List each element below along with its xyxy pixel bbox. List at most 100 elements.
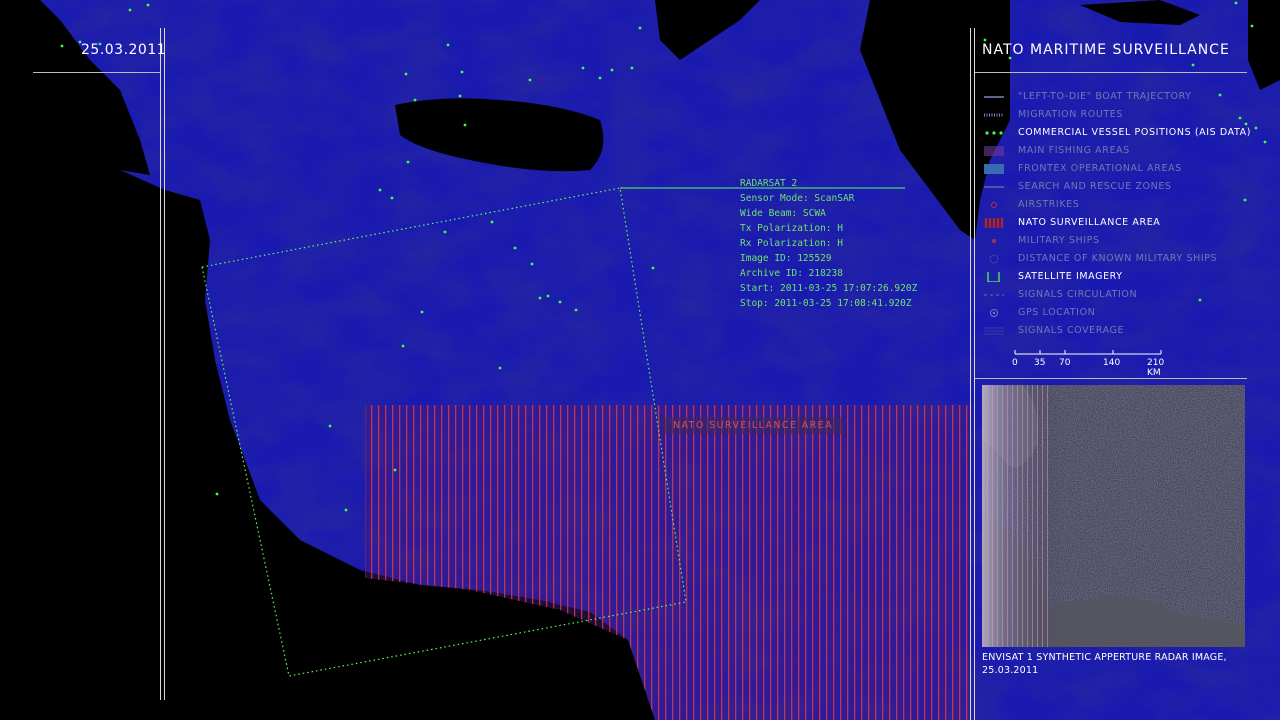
legend-label: SATELLITE IMAGERY: [1018, 271, 1123, 282]
scale-tick-label: 140: [1103, 358, 1121, 368]
legend-item-rescue-zones[interactable]: SEARCH AND RESCUE ZONES: [984, 178, 1254, 196]
vessel-dot: [446, 43, 450, 47]
sar-caption-line2: 25.03.2011: [982, 665, 1039, 676]
scale-tick-label: 35: [1034, 358, 1046, 368]
vessel-dot: [638, 26, 642, 30]
line-icon: [984, 96, 1004, 98]
legend-item-satellite-imagery[interactable]: SATELLITE IMAGERY: [984, 268, 1254, 286]
vessel-dot: [401, 344, 405, 348]
vessel-dot: [490, 220, 494, 224]
radarsat-line: Image ID: 125529: [740, 253, 832, 264]
legend-item-signals-coverage[interactable]: SIGNALS COVERAGE: [984, 322, 1254, 340]
nato-hatch-icon: [984, 218, 1004, 228]
vessel-dot: [1191, 63, 1195, 67]
radarsat-name: RADARSAT_2: [740, 178, 798, 189]
legend-label: DISTANCE OF KNOWN MILITARY SHIPS: [1018, 253, 1218, 264]
radarsat-line: Tx Polarization: H: [740, 223, 843, 234]
legend-label: FRONTEX OPERATIONAL AREAS: [1018, 163, 1182, 174]
vessel-dot: [460, 70, 464, 74]
radarsat-line: Stop: 2011-03-25 17:08:41.920Z: [740, 298, 912, 309]
legend-divider: [975, 378, 1247, 379]
fishing-area-icon: [984, 146, 1004, 156]
vessel-dot: [651, 266, 655, 270]
vessel-dot: [581, 66, 585, 70]
title-underline: [975, 72, 1247, 73]
legend-item-frontex[interactable]: FRONTEX OPERATIONAL AREAS: [984, 160, 1254, 178]
rescue-line-icon: [984, 186, 1004, 188]
vessel-dot: [630, 66, 634, 70]
radarsat-line: Start: 2011-03-25 17:07:26.920Z: [740, 283, 918, 294]
vessel-dot: [420, 310, 424, 314]
legend-item-airstrikes[interactable]: AIRSTRIKES: [984, 196, 1254, 214]
frontex-area-icon: [984, 164, 1004, 174]
vessel-dot: [610, 68, 614, 72]
legend-item-military-ships[interactable]: MILITARY SHIPS: [984, 232, 1254, 250]
vessel-dot: [1263, 140, 1267, 144]
distance-icon: [989, 254, 999, 264]
legend-item-fishing-areas[interactable]: MAIN FISHING AREAS: [984, 142, 1254, 160]
vessel-dot: [983, 38, 987, 42]
vessel-dot: [546, 294, 550, 298]
vessel-dot: [328, 424, 332, 428]
vessel-dot: [146, 3, 150, 7]
right-frame-line-2: [974, 28, 975, 720]
panel-title: NATO MARITIME SURVEILLANCE: [982, 42, 1230, 58]
radarsat-line: Sensor Mode: ScanSAR: [740, 193, 855, 204]
legend-item-commercial-vessels[interactable]: COMMERCIAL VESSEL POSITIONS (AIS DATA): [984, 124, 1254, 142]
vessel-dot: [390, 196, 394, 200]
legend-label: SIGNALS CIRCULATION: [1018, 289, 1138, 300]
legend-label: SIGNALS COVERAGE: [1018, 325, 1125, 336]
legend-label: NATO SURVEILLANCE AREA: [1018, 217, 1161, 228]
vessel-dot: [404, 72, 408, 76]
radarsat-line: Wide Beam: SCWA: [740, 208, 826, 219]
legend-item-signals-circulation[interactable]: SIGNALS CIRCULATION: [984, 286, 1254, 304]
scale-bar: [1014, 350, 1162, 355]
vessel-dot: [513, 246, 517, 250]
dashed-line-icon: [984, 113, 1004, 117]
vessel-dot: [60, 44, 64, 48]
vessel-dot: [1250, 24, 1254, 28]
legend-label: SEARCH AND RESCUE ZONES: [1018, 181, 1172, 192]
vessel-dot: [406, 160, 410, 164]
vessel-dot: [344, 508, 348, 512]
vessel-dot: [413, 98, 417, 102]
gps-circle-icon: [990, 309, 998, 317]
sar-satellite-image[interactable]: [982, 385, 1245, 647]
legend-label: MIGRATION ROUTES: [1018, 109, 1124, 120]
sar-caption: ENVISAT 1 SYNTHETIC APPERTURE RADAR IMAG…: [982, 651, 1227, 677]
legend-item-nato-area[interactable]: NATO SURVEILLANCE AREA: [984, 214, 1254, 232]
vessel-dot: [538, 296, 542, 300]
nato-area-label: NATO SURVEILLANCE AREA: [662, 417, 844, 434]
vessel-dot: [530, 262, 534, 266]
vessel-dot: [1234, 1, 1238, 5]
vessel-dot: [393, 468, 397, 472]
legend-item-boat-trajectory[interactable]: "LEFT-TO-DIE" BOAT TRAJECTORY: [984, 88, 1254, 106]
vessel-dot: [1254, 126, 1258, 130]
satellite-square-icon: [987, 272, 1000, 282]
right-frame-line: [970, 28, 971, 720]
scale-tick-label: 70: [1059, 358, 1071, 368]
scale-tick-label: 0: [1012, 358, 1018, 368]
radarsat-line: Rx Polarization: H: [740, 238, 843, 249]
legend-label: MAIN FISHING AREAS: [1018, 145, 1130, 156]
left-frame-line: [160, 28, 161, 700]
sar-caption-line1: ENVISAT 1 SYNTHETIC APPERTURE RADAR IMAG…: [982, 652, 1227, 663]
legend-label: "LEFT-TO-DIE" BOAT TRAJECTORY: [1018, 91, 1192, 102]
legend-label: GPS LOCATION: [1018, 307, 1096, 318]
date-underline: [33, 72, 160, 73]
legend-label: MILITARY SHIPS: [1018, 235, 1100, 246]
vessel-dot: [598, 76, 602, 80]
legend-item-military-distance[interactable]: DISTANCE OF KNOWN MILITARY SHIPS: [984, 250, 1254, 268]
military-ship-icon: [992, 239, 996, 243]
signal-dash-icon: [984, 294, 1004, 296]
legend-item-gps-location[interactable]: GPS LOCATION: [984, 304, 1254, 322]
vessel-dot: [443, 230, 447, 234]
legend: "LEFT-TO-DIE" BOAT TRAJECTORY MIGRATION …: [984, 88, 1254, 340]
vessel-dot: [378, 188, 382, 192]
legend-item-migration-routes[interactable]: MIGRATION ROUTES: [984, 106, 1254, 124]
airstrike-icon: [991, 202, 997, 208]
radarsat-info: RADARSAT_2 Sensor Mode: ScanSAR Wide Bea…: [740, 176, 917, 311]
vessel-dot: [574, 308, 578, 312]
vessel-dot: [558, 300, 562, 304]
vessel-dot: [215, 492, 219, 496]
